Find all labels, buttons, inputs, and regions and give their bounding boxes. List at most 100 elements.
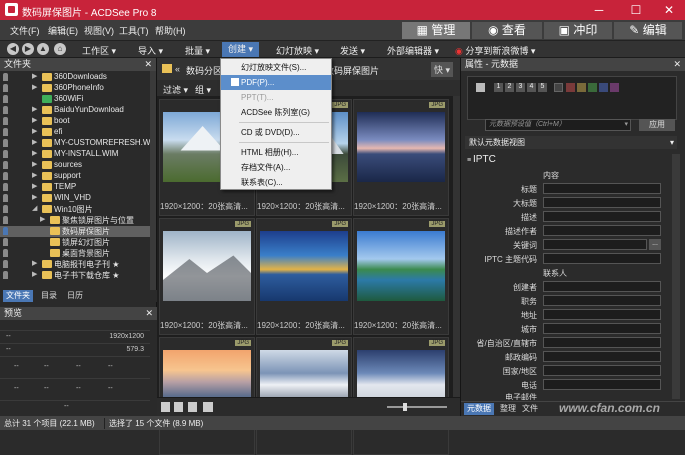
color-label-purple[interactable] bbox=[610, 83, 619, 92]
back-icon[interactable]: ◀ bbox=[7, 43, 19, 55]
tree-item[interactable]: ▶ TEMP bbox=[0, 182, 150, 193]
tab-calendar[interactable]: 日历 bbox=[64, 290, 86, 302]
keywords-field[interactable] bbox=[543, 239, 647, 250]
tree-item[interactable]: ▶ sources bbox=[0, 160, 150, 171]
thumbnail[interactable]: JPG bbox=[256, 337, 352, 455]
menu-item-cd-dvd[interactable]: CD 或 DVD(D)... bbox=[221, 125, 331, 140]
menu-edit[interactable]: 编辑(E) bbox=[48, 24, 78, 37]
postal-code-field[interactable] bbox=[543, 351, 661, 362]
subject-code-field[interactable] bbox=[543, 253, 661, 264]
tree-item[interactable]: ▶ WIN_VHD bbox=[0, 193, 150, 204]
tree-item[interactable]: ▶ BaiduYunDownload bbox=[0, 105, 150, 116]
zoom-slider[interactable] bbox=[387, 406, 447, 408]
tree-item[interactable]: ▶ MY-INSTALL.WIM bbox=[0, 149, 150, 160]
menu-item-slideshow-file[interactable]: 幻灯放映文件(S)... bbox=[221, 60, 331, 75]
tab-catalog[interactable]: 目录 bbox=[38, 290, 60, 302]
menu-item-html-album[interactable]: HTML 相册(H)... bbox=[221, 145, 331, 160]
slideshow-button[interactable]: 幻灯放映 ▾ bbox=[276, 44, 319, 57]
close-button[interactable]: ✕ bbox=[652, 0, 685, 20]
group-button[interactable]: 组 ▾ bbox=[195, 83, 211, 96]
tree-item[interactable]: 360WiFi bbox=[0, 94, 150, 105]
tree-item[interactable]: ▶ 聚焦锁屏图片与位置 bbox=[0, 215, 150, 226]
view-icon[interactable] bbox=[188, 402, 197, 412]
import-button[interactable]: 导入 ▾ bbox=[138, 44, 163, 57]
menu-view[interactable]: 视图(V) bbox=[84, 24, 114, 37]
iptc-section[interactable]: ≡ IPTC bbox=[467, 154, 667, 167]
headline-field[interactable] bbox=[543, 197, 661, 208]
forward-icon[interactable]: ▶ bbox=[22, 43, 34, 55]
minimize-button[interactable]: ─ bbox=[582, 0, 616, 20]
menu-item-contact-sheet[interactable]: 联系表(C)... bbox=[221, 175, 331, 190]
quick-search[interactable]: 快 ▾ bbox=[431, 62, 454, 77]
thumbnail[interactable]: JPG 1920×1200：20张高清... bbox=[256, 218, 352, 335]
tree-item[interactable]: ▶ 电子书下载仓库 ★ bbox=[0, 270, 150, 281]
filter-button[interactable]: 过滤 ▾ bbox=[163, 83, 188, 96]
mode-develop[interactable]: ▣ 冲印 bbox=[544, 22, 612, 39]
up-icon[interactable]: ▲ bbox=[37, 43, 49, 55]
color-label-blue[interactable] bbox=[599, 83, 608, 92]
tree-item[interactable]: ▶ efi bbox=[0, 127, 150, 138]
close-icon[interactable]: ✕ bbox=[144, 58, 156, 71]
tree-item-selected[interactable]: 数码屏保图片 bbox=[0, 226, 150, 237]
tree-item[interactable]: 锁屏幻灯图片 bbox=[0, 237, 150, 248]
rating-4[interactable]: 4 bbox=[527, 83, 536, 92]
tree-item[interactable]: ▶ 电脑报刊电子刊 ★ bbox=[0, 259, 150, 270]
color-label-green[interactable] bbox=[588, 83, 597, 92]
breadcrumb-back[interactable]: « bbox=[175, 64, 180, 74]
job-title-field[interactable] bbox=[543, 295, 661, 306]
view-icon[interactable] bbox=[161, 402, 170, 412]
thumbnail[interactable]: JPG bbox=[353, 337, 449, 455]
send-button[interactable]: 发送 ▾ bbox=[340, 44, 365, 57]
thumbnail[interactable]: JPG 1920×1200：20张高清... bbox=[353, 218, 449, 335]
menu-item-showroom[interactable]: ACDSee 陈列室(G) bbox=[221, 105, 331, 120]
thumbs-scrollbar[interactable] bbox=[453, 96, 460, 416]
view-icon[interactable] bbox=[203, 402, 213, 412]
menu-item-ppt[interactable]: PPT(T)... bbox=[221, 90, 331, 105]
tree-item[interactable]: ▶ 360Downloads bbox=[0, 72, 150, 83]
country-field[interactable] bbox=[543, 365, 661, 376]
breadcrumb-current[interactable]: 数码屏保图片 bbox=[325, 64, 379, 77]
apply-button[interactable]: 应用 bbox=[639, 119, 675, 131]
tab-organize[interactable]: 整理 bbox=[497, 403, 519, 415]
tree-scrollbar[interactable] bbox=[150, 71, 156, 290]
metadata-scrollbar[interactable] bbox=[672, 154, 680, 399]
city-field[interactable] bbox=[543, 323, 661, 334]
description-field[interactable] bbox=[543, 211, 661, 222]
menu-help[interactable]: 帮助(H) bbox=[155, 24, 186, 37]
zoom-handle[interactable] bbox=[403, 403, 407, 411]
province-field[interactable] bbox=[543, 337, 661, 348]
menu-item-archive[interactable]: 存档文件(A)... bbox=[221, 160, 331, 175]
rating-1[interactable]: 1 bbox=[494, 83, 503, 92]
weibo-share-button[interactable]: ◉ 分享到新浪微博 ▾ bbox=[455, 44, 535, 57]
keywords-more-button[interactable]: ... bbox=[649, 239, 661, 250]
tree-item[interactable]: ▶ boot bbox=[0, 116, 150, 127]
rating-3[interactable]: 3 bbox=[516, 83, 525, 92]
close-icon[interactable]: ✕ bbox=[673, 58, 685, 71]
home-icon[interactable]: ⌂ bbox=[54, 43, 66, 55]
rating-2[interactable]: 2 bbox=[505, 83, 514, 92]
address-field[interactable] bbox=[543, 309, 661, 320]
mode-edit[interactable]: ✎ 编辑 bbox=[614, 22, 682, 39]
color-label-yellow[interactable] bbox=[577, 83, 586, 92]
tab-folders[interactable]: 文件夹 bbox=[3, 290, 33, 302]
phone-field[interactable] bbox=[543, 379, 661, 390]
metadata-view-select[interactable]: 默认元数据视图 ▾ bbox=[465, 136, 677, 149]
preset-select[interactable]: 元数据预设值（Ctrl+M） ▾ bbox=[485, 119, 631, 131]
breadcrumb-root[interactable]: 数码分区 bbox=[186, 64, 222, 77]
tree-item[interactable]: ▶ support bbox=[0, 171, 150, 182]
create-button[interactable]: 创建 ▾ bbox=[222, 42, 260, 57]
menu-tools[interactable]: 工具(T) bbox=[119, 24, 149, 37]
tab-metadata[interactable]: 元数据 bbox=[464, 403, 494, 415]
batch-button[interactable]: 批量 ▾ bbox=[185, 44, 210, 57]
external-editor-button[interactable]: 外部编辑器 ▾ bbox=[387, 44, 439, 57]
thumbnail[interactable]: JPG 1920×1200：20张高清... bbox=[159, 218, 255, 335]
mode-view[interactable]: ◉ 查看 bbox=[472, 22, 542, 39]
maximize-button[interactable]: ☐ bbox=[619, 0, 653, 20]
thumbnail[interactable]: JPG bbox=[159, 337, 255, 455]
title-field[interactable] bbox=[543, 183, 661, 194]
tab-file[interactable]: 文件 bbox=[519, 403, 541, 415]
close-icon[interactable]: ✕ bbox=[145, 307, 157, 320]
menu-item-pdf[interactable]: PDF(P)... bbox=[221, 75, 331, 90]
workspace-button[interactable]: 工作区 ▾ bbox=[82, 44, 116, 57]
view-icon[interactable] bbox=[174, 402, 183, 412]
